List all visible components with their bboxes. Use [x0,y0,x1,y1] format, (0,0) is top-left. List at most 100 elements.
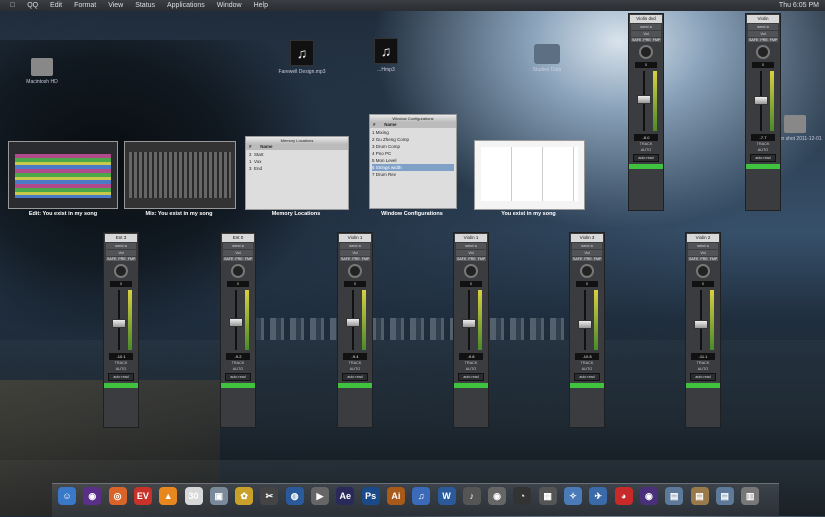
desktop-folder-item[interactable]: Studies Data [517,44,577,73]
downloads-folder-icon[interactable]: ▤ [715,487,734,505]
memory-locations-window[interactable]: Memory Locations # Name 2 Start 1 Vox 3 … [245,136,349,210]
fmp-button[interactable]: FMP [243,257,254,261]
photos-icon[interactable]: ✿ [235,487,254,505]
finder-icon[interactable]: ☺ [58,487,76,505]
protools-icon[interactable]: ◉ [83,487,102,505]
qq-icon[interactable]: ◕ [614,487,633,505]
applications-folder-icon[interactable]: ▤ [665,487,684,505]
volume-fader[interactable] [108,290,134,350]
safe-button[interactable]: SAFE [688,257,700,261]
pre-button[interactable]: PRE [583,257,593,261]
track-name-button[interactable]: Ent 3 [105,234,137,242]
send-slot[interactable]: send a [223,243,253,249]
list-item[interactable]: 1 Vox [249,158,345,165]
globe-icon[interactable]: ◍ [285,487,304,505]
fmp-button[interactable]: FMP [360,257,371,261]
volume-fader[interactable] [690,290,716,350]
menu-window[interactable]: Window [217,2,242,9]
window-configurations-window[interactable]: Window Configurations # Name 1 Mixing 2 … [369,114,457,209]
record-icon[interactable]: ◉ [488,487,507,505]
terminal-icon[interactable]: ▦ [538,487,557,505]
volume-fader[interactable] [750,71,776,131]
fader-handle[interactable] [462,319,476,328]
list-item[interactable]: 3 Drum Comp [372,143,454,150]
pre-button[interactable]: PRE [699,257,709,261]
track-name-button[interactable]: Ent 0 [222,234,254,242]
automation-mode-selector[interactable]: auto read [458,373,484,381]
safe-button[interactable]: SAFE [456,257,468,261]
volume-fader[interactable] [633,71,659,131]
io-selector[interactable]: Vol [106,250,136,256]
trash-icon[interactable]: ▥ [741,487,760,505]
menu-status[interactable]: Status [135,2,155,9]
track-name-button[interactable]: Violin 3 [571,234,603,242]
pre-button[interactable]: PRE [234,257,244,261]
volume-fader[interactable] [342,290,368,350]
menu-edit[interactable]: Edit [50,2,62,9]
fmp-button[interactable]: FMP [126,257,137,261]
safe-button[interactable]: SAFE [572,257,584,261]
io-selector[interactable]: Vol [631,31,661,37]
list-item[interactable]: 1 Mixing [372,129,454,136]
automation-mode-selector[interactable]: auto read [225,373,251,381]
list-item[interactable]: 2 Start [249,151,345,158]
aftereffects-icon[interactable]: Ae [336,487,355,505]
ical-icon[interactable]: 30 [184,487,203,505]
track-name-button[interactable]: Violin 2 [687,234,719,242]
automation-mode-selector[interactable]: auto read [633,154,659,162]
pan-knob-icon[interactable] [580,264,594,278]
preview-icon[interactable]: ▣ [209,487,228,505]
fmp-button[interactable]: FMP [651,38,662,42]
menubar-clock[interactable]: Thu 6:05 PM [779,0,819,11]
clapper-icon[interactable]: ✂ [260,487,279,505]
photoshop-icon[interactable]: Ps [361,487,380,505]
pan-knob-icon[interactable] [639,45,653,59]
automation-mode-selector[interactable]: auto read [574,373,600,381]
list-item[interactable]: 7 Drum Rev [372,171,454,178]
desktop-file-item[interactable]: ♫ ...Hmp3 [356,38,416,73]
fader-handle[interactable] [637,95,651,104]
mix-window-thumbnail[interactable] [124,141,236,209]
safe-button[interactable]: SAFE [748,38,760,42]
volume-fader[interactable] [574,290,600,350]
menu-app[interactable]: QQ [27,2,38,9]
illustrator-icon[interactable]: Ai [386,487,405,505]
track-name-button[interactable]: Violin [747,15,779,23]
volume-fader[interactable] [458,290,484,350]
audio-icon[interactable]: ♪ [462,487,481,505]
pre-button[interactable]: PRE [642,38,652,42]
pre-button[interactable]: PRE [759,38,769,42]
session-window-thumbnail[interactable] [474,140,585,210]
documents-folder-icon[interactable]: ▤ [690,487,709,505]
send-slot[interactable]: send a [456,243,486,249]
safari-icon[interactable]: ✧ [564,487,582,505]
fader-handle[interactable] [578,320,592,329]
automation-mode-selector[interactable]: auto read [750,154,776,162]
menu-applications[interactable]: Applications [167,2,205,9]
dvd-icon[interactable]: ▶ [311,487,329,505]
send-slot[interactable]: send a [748,24,778,30]
track-name-button[interactable]: Violin 1 [455,234,487,242]
send-slot[interactable]: send a [340,243,370,249]
send-slot[interactable]: send a [688,243,718,249]
ev-icon[interactable]: EV [133,487,152,505]
pre-button[interactable]: PRE [117,257,127,261]
automation-mode-selector[interactable]: auto read [690,373,716,381]
fader-handle[interactable] [229,318,243,327]
fmp-button[interactable]: FMP [768,38,779,42]
menu-view[interactable]: View [108,2,123,9]
desktop-drive-item[interactable]: Macintosh HD [12,58,72,85]
list-item-selected[interactable]: 6 Strings width [372,164,454,171]
io-selector[interactable]: Vol [456,250,486,256]
safe-button[interactable]: SAFE [340,257,352,261]
pan-knob-icon[interactable] [348,264,362,278]
pan-knob-icon[interactable] [464,264,478,278]
edit-window-thumbnail[interactable] [8,141,118,209]
mail-icon[interactable]: ✈ [589,487,608,505]
list-item[interactable]: 5 Mon Level [372,157,454,164]
pan-knob-icon[interactable] [756,45,770,59]
automation-mode-selector[interactable]: auto read [108,373,134,381]
pre-button[interactable]: PRE [467,257,477,261]
itunes-icon[interactable]: ♫ [412,487,431,505]
safe-button[interactable]: SAFE [223,257,235,261]
